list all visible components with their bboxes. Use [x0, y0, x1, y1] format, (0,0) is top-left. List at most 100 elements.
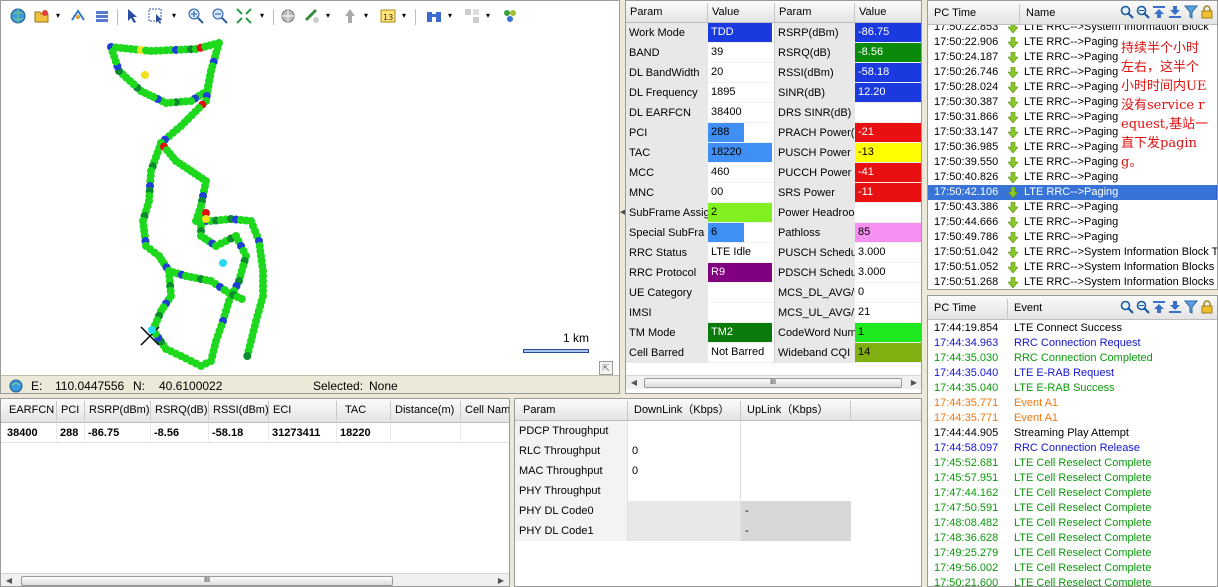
cells-header-rsrq[interactable]: RSRQ(dB): [151, 401, 209, 420]
dropdown-icon[interactable]: ▾: [169, 7, 179, 25]
move-down-icon[interactable]: [1168, 300, 1182, 314]
folder-open-icon[interactable]: [33, 7, 51, 25]
message-row[interactable]: 17:50:51.042 LTE RRC-->System Information…: [928, 245, 1217, 260]
globe-icon[interactable]: [9, 7, 27, 25]
event-row[interactable]: 17:44:35.771 Event A1: [928, 411, 1217, 426]
route-sample-point[interactable]: [141, 71, 149, 79]
database-icon[interactable]: [93, 7, 111, 25]
cells-icon[interactable]: [501, 7, 519, 25]
event-row[interactable]: 17:47:50.591 LTE Cell Reselect Complete: [928, 501, 1217, 516]
move-down-icon[interactable]: [1168, 5, 1182, 19]
event-row[interactable]: 17:49:56.002 LTE Cell Reselect Complete: [928, 561, 1217, 576]
message-row[interactable]: 17:50:49.786 LTE RRC-->Paging: [928, 230, 1217, 245]
event-row[interactable]: 17:47:44.162 LTE Cell Reselect Complete: [928, 486, 1217, 501]
route-sample-point[interactable]: [237, 295, 246, 303]
route-sample-point[interactable]: [219, 259, 227, 267]
zoom-in-icon[interactable]: [187, 7, 205, 25]
route-sample-point[interactable]: [243, 352, 252, 360]
pointer-icon[interactable]: [123, 7, 141, 25]
events-header-event[interactable]: Event: [1008, 299, 1116, 318]
cells-header-cell-name[interactable]: Cell Name: [461, 401, 509, 420]
throughput-header-downlink[interactable]: DownLink（Kbps）: [628, 401, 741, 420]
message-row[interactable]: 17:50:43.386 LTE RRC-->Paging: [928, 200, 1217, 215]
cells-header-tac[interactable]: TAC: [337, 401, 391, 420]
messages-header-name[interactable]: Name: [1020, 4, 1120, 23]
pan-icon[interactable]: [279, 7, 297, 25]
cells-header-eci[interactable]: ECI: [269, 401, 337, 420]
throughput-header-uplink[interactable]: UpLink（Kbps）: [741, 401, 851, 420]
cells-header-distance[interactable]: Distance(m): [391, 401, 461, 420]
events-list[interactable]: 17:44:19.854 LTE Connect Success 17:44:34.…: [928, 320, 1217, 586]
dropdown-icon[interactable]: ▾: [323, 7, 333, 25]
throughput-header-param[interactable]: Param: [515, 401, 628, 420]
message-row[interactable]: 17:50:40.826 LTE RRC-->Paging: [928, 170, 1217, 185]
dropdown-icon[interactable]: ▾: [483, 7, 493, 25]
scroll-left-icon[interactable]: ◀: [3, 575, 15, 586]
event-row[interactable]: 17:50:21.600 LTE Cell Reselect Complete: [928, 576, 1217, 586]
throughput-row[interactable]: PHY DL Code0 -: [515, 501, 851, 521]
event-row[interactable]: 17:48:36.628 LTE Cell Reselect Complete: [928, 531, 1217, 546]
event-row[interactable]: 17:49:25.279 LTE Cell Reselect Complete: [928, 546, 1217, 561]
search-next-icon[interactable]: [1136, 300, 1150, 314]
event-row[interactable]: 17:44:35.030 RRC Connection Completed: [928, 351, 1217, 366]
messages-header-time[interactable]: PC Time: [928, 4, 1020, 23]
dropdown-icon[interactable]: ▾: [53, 7, 63, 25]
move-up-icon[interactable]: [1152, 5, 1166, 19]
measure-icon[interactable]: [303, 7, 321, 25]
resize-grip-icon[interactable]: ⇱: [599, 361, 613, 375]
scroll-thumb[interactable]: III: [644, 378, 902, 388]
scroll-right-icon[interactable]: ▶: [908, 377, 920, 389]
event-row[interactable]: 17:44:34.963 RRC Connection Request: [928, 336, 1217, 351]
dropdown-icon[interactable]: ▾: [257, 7, 267, 25]
message-row[interactable]: 17:50:51.052 LTE RRC-->System Information…: [928, 260, 1217, 275]
event-row[interactable]: 17:44:44.905 Streaming Play Attempt: [928, 426, 1217, 441]
cells-scrollbar[interactable]: ◀ III ▶: [1, 573, 509, 586]
event-row[interactable]: 17:44:58.097 RRC Connection Release: [928, 441, 1217, 456]
filter-icon[interactable]: [1183, 5, 1199, 19]
dropdown-icon[interactable]: ▾: [445, 7, 455, 25]
search-icon[interactable]: [1120, 5, 1134, 19]
params-header-value-1[interactable]: Value: [708, 3, 775, 22]
lock-icon[interactable]: [1200, 300, 1214, 314]
params-scrollbar[interactable]: ◀ III ▶: [626, 375, 921, 389]
search-next-icon[interactable]: [1136, 5, 1150, 19]
message-row[interactable]: 17:50:51.268 LTE RRC-->System Information…: [928, 275, 1217, 289]
search-icon[interactable]: [1120, 300, 1134, 314]
scroll-left-icon[interactable]: ◀: [628, 377, 640, 389]
cells-header-rssi[interactable]: RSSI(dBm): [209, 401, 269, 420]
event-row[interactable]: 17:44:35.040 LTE E-RAB Success: [928, 381, 1217, 396]
lock-icon[interactable]: [1200, 5, 1214, 19]
event-row[interactable]: 17:45:52.681 LTE Cell Reselect Complete: [928, 456, 1217, 471]
zoom-extent-icon[interactable]: [235, 7, 253, 25]
throughput-row[interactable]: MAC Throughput 0: [515, 461, 851, 481]
dropdown-icon[interactable]: ▾: [361, 7, 371, 25]
message-row[interactable]: 17:50:44.666 LTE RRC-->Paging: [928, 215, 1217, 230]
route-sample-point[interactable]: [202, 215, 210, 223]
event-row[interactable]: 17:44:19.854 LTE Connect Success: [928, 321, 1217, 336]
binoculars-icon[interactable]: [425, 7, 443, 25]
message-row[interactable]: 17:50:22.853 LTE RRC-->System Information…: [928, 25, 1217, 35]
grid-icon[interactable]: [463, 7, 481, 25]
cells-header-rsrp[interactable]: RSRP(dBm): [85, 401, 151, 420]
zoom-out-icon[interactable]: [211, 7, 229, 25]
event-row[interactable]: 17:45:57.951 LTE Cell Reselect Complete: [928, 471, 1217, 486]
move-up-icon[interactable]: [1152, 300, 1166, 314]
select-region-icon[interactable]: [147, 7, 165, 25]
throughput-row[interactable]: RLC Throughput 0: [515, 441, 851, 461]
event-row[interactable]: 17:44:35.040 LTE E-RAB Request: [928, 366, 1217, 381]
params-header-param-2[interactable]: Param: [775, 3, 855, 22]
throughput-row[interactable]: PDCP Throughput: [515, 421, 851, 441]
layers-icon[interactable]: [69, 7, 87, 25]
route-sample-point[interactable]: [108, 47, 117, 56]
throughput-row[interactable]: PHY DL Code1 -: [515, 521, 851, 541]
scroll-right-icon[interactable]: ▶: [495, 575, 507, 586]
ruler-icon[interactable]: [341, 7, 359, 25]
label-icon[interactable]: 13: [379, 7, 397, 25]
cells-header-pci[interactable]: PCI: [57, 401, 85, 420]
drive-route-map[interactable]: [1, 31, 619, 373]
events-header-time[interactable]: PC Time: [928, 299, 1008, 318]
event-row[interactable]: 17:48:08.482 LTE Cell Reselect Complete: [928, 516, 1217, 531]
cells-header-earfcn[interactable]: EARFCN: [1, 401, 57, 420]
cell-row[interactable]: 38400 288 -86.75 -8.56 -58.18 31273411 18220: [1, 423, 509, 443]
event-row[interactable]: 17:44:35.771 Event A1: [928, 396, 1217, 411]
